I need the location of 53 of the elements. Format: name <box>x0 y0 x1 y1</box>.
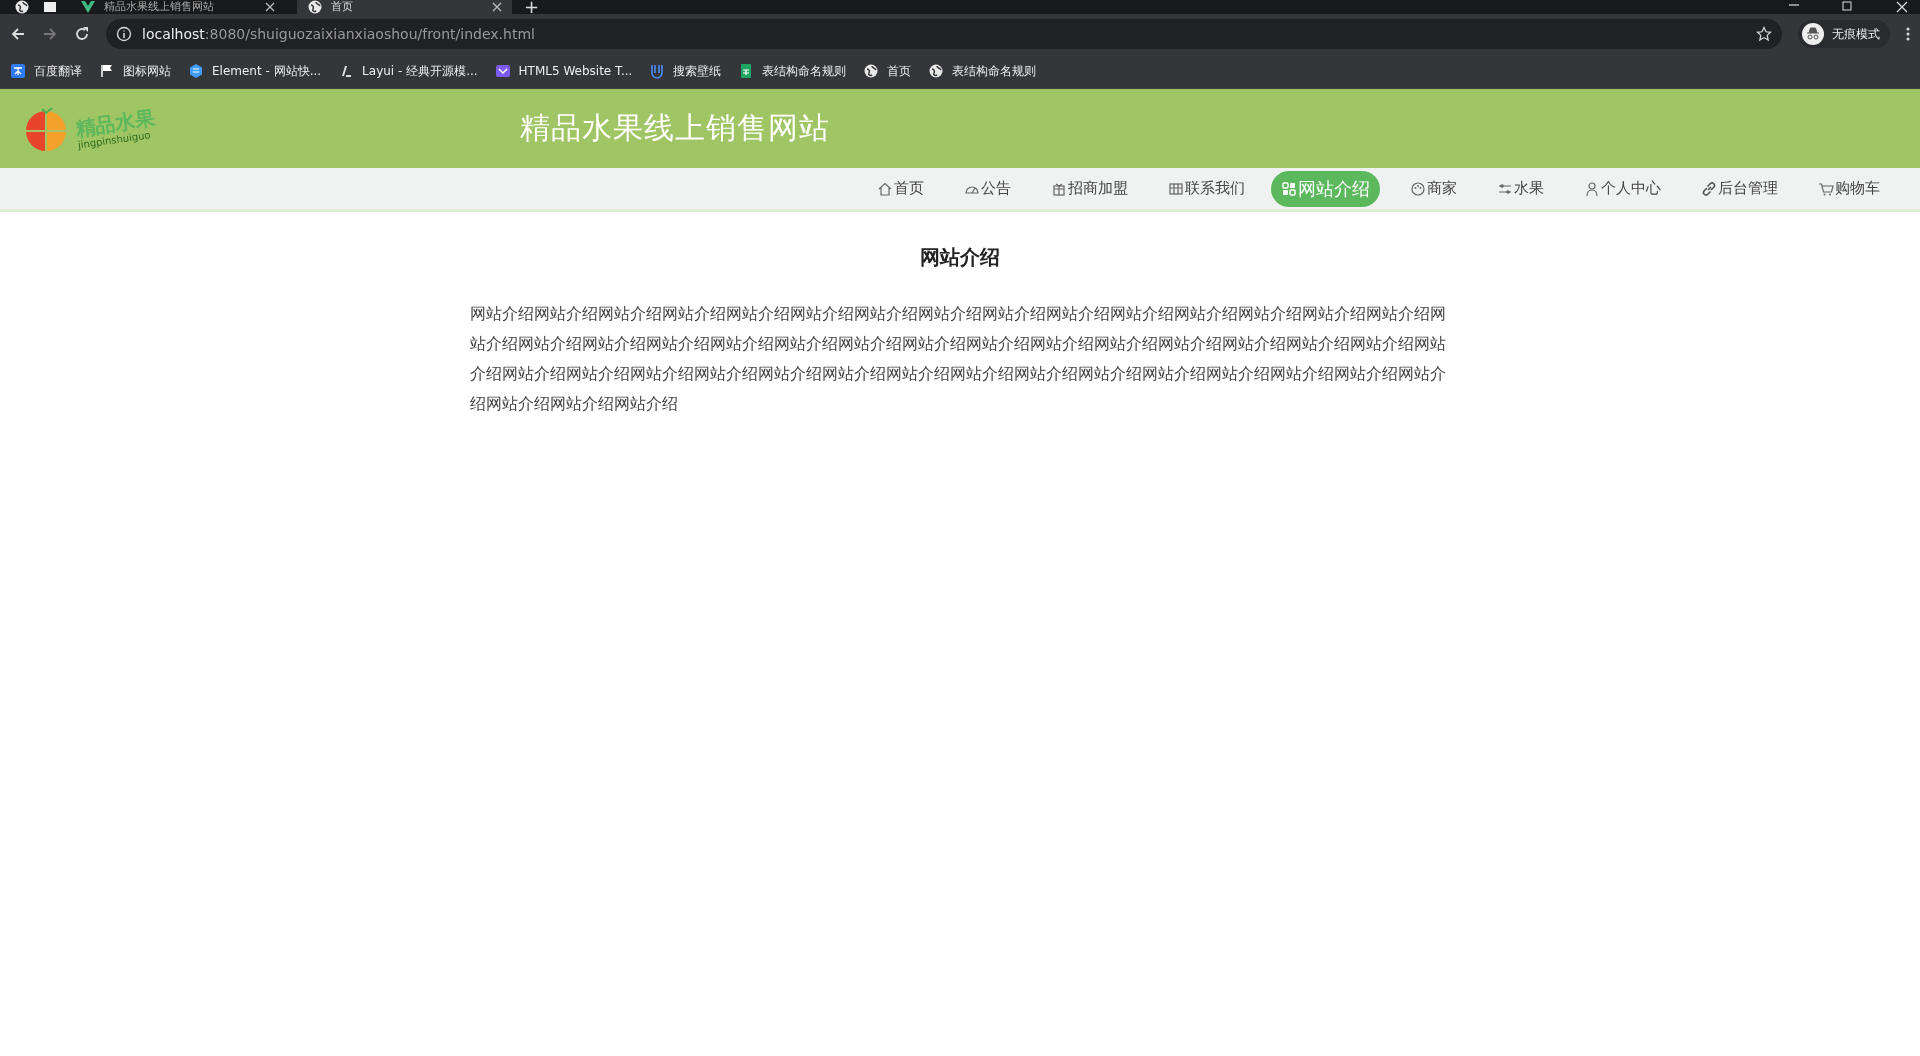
nav-link[interactable]: 首页 <box>863 175 934 202</box>
back-icon[interactable] <box>10 26 26 42</box>
link-icon <box>1701 180 1717 197</box>
user-icon <box>1584 180 1600 197</box>
info-icon <box>116 26 132 42</box>
nav-link[interactable]: 商家 <box>1396 175 1467 202</box>
window-icon <box>42 0 58 14</box>
new-tab-button[interactable]: + <box>524 0 540 14</box>
nav-link[interactable]: 购物车 <box>1804 175 1890 202</box>
close-icon[interactable] <box>492 2 502 12</box>
hexagon-icon <box>188 63 204 79</box>
close-icon[interactable] <box>1896 1 1908 13</box>
nav-link[interactable]: 个人中心 <box>1570 175 1671 202</box>
url-text: localhost:8080/shuiguozaixianxiaoshou/front/index.html <box>142 26 535 42</box>
bookmark[interactable]: Layui - 经典开源模... <box>338 62 478 80</box>
bookmark[interactable]: Element - 网站快... <box>188 62 322 80</box>
home-icon <box>877 180 893 197</box>
bookmark[interactable]: 图标网站 <box>99 62 171 80</box>
translate-icon <box>10 63 26 79</box>
globe-icon <box>928 63 945 79</box>
bookmark[interactable]: 首页 <box>863 62 912 80</box>
star-icon[interactable] <box>1756 26 1772 42</box>
globe-icon <box>863 63 880 79</box>
restore-icon[interactable] <box>1842 1 1854 13</box>
flag-icon <box>99 63 115 79</box>
cart-icon <box>1818 180 1834 197</box>
incognito-icon <box>1802 23 1824 45</box>
bookmark[interactable]: 表结构命名规则 <box>928 62 1037 80</box>
apps-icon <box>1281 180 1297 197</box>
browser-tab[interactable]: 首页 <box>297 0 512 14</box>
nav-link[interactable]: 公告 <box>950 175 1021 202</box>
template-icon <box>494 63 511 79</box>
browser-tab[interactable]: 精品水果线上销售网站 <box>70 0 285 14</box>
close-icon[interactable] <box>265 2 275 12</box>
forward-icon[interactable] <box>42 26 58 42</box>
bookmark[interactable]: HTML5 Website T... <box>494 63 633 79</box>
grid-icon <box>1168 180 1184 197</box>
nav-link[interactable]: 水果 <box>1483 175 1554 202</box>
site-title: 精品水果线上销售网站 <box>520 109 830 147</box>
intro-paragraph: 网站介绍网站介绍网站介绍网站介绍网站介绍网站介绍网站介绍网站介绍网站介绍网站介绍网站介绍网站介绍网站介绍网站介绍网站介绍网站介绍网站介绍网站介绍网站介绍网站介绍网站介绍网站介绍网站介绍网站介绍网站介绍网站介绍网站介绍网站介绍网站介绍网站介绍网站介绍网站介绍网站介绍网站介绍网站介绍网站介绍网站介绍网站介绍网站介绍网站介绍网站介绍网站介绍网站介绍网站介绍网站介绍网站介绍网站介绍网站介绍网站介绍 <box>470 303 1447 415</box>
bookmark[interactable]: 搜索壁纸 <box>649 62 722 80</box>
page-heading: 网站介绍 <box>919 244 1001 271</box>
more-icon[interactable] <box>1906 26 1910 42</box>
reload-icon[interactable] <box>74 26 90 42</box>
nav-link[interactable]: 招商加盟 <box>1037 175 1138 202</box>
profile-button[interactable]: 无痕模式 <box>1798 20 1890 48</box>
palette-icon <box>1410 180 1426 197</box>
nav-link[interactable]: 联系我们 <box>1154 175 1255 202</box>
nav-link[interactable]: 后台管理 <box>1687 175 1788 202</box>
address-field[interactable]: localhost:8080/shuiguozaixianxiaoshou/front/index.html <box>106 19 1782 49</box>
bookmark[interactable]: 百度翻译 <box>10 62 82 80</box>
fork-icon <box>649 63 666 79</box>
bookmark[interactable]: 表结构命名规则 <box>738 62 847 80</box>
